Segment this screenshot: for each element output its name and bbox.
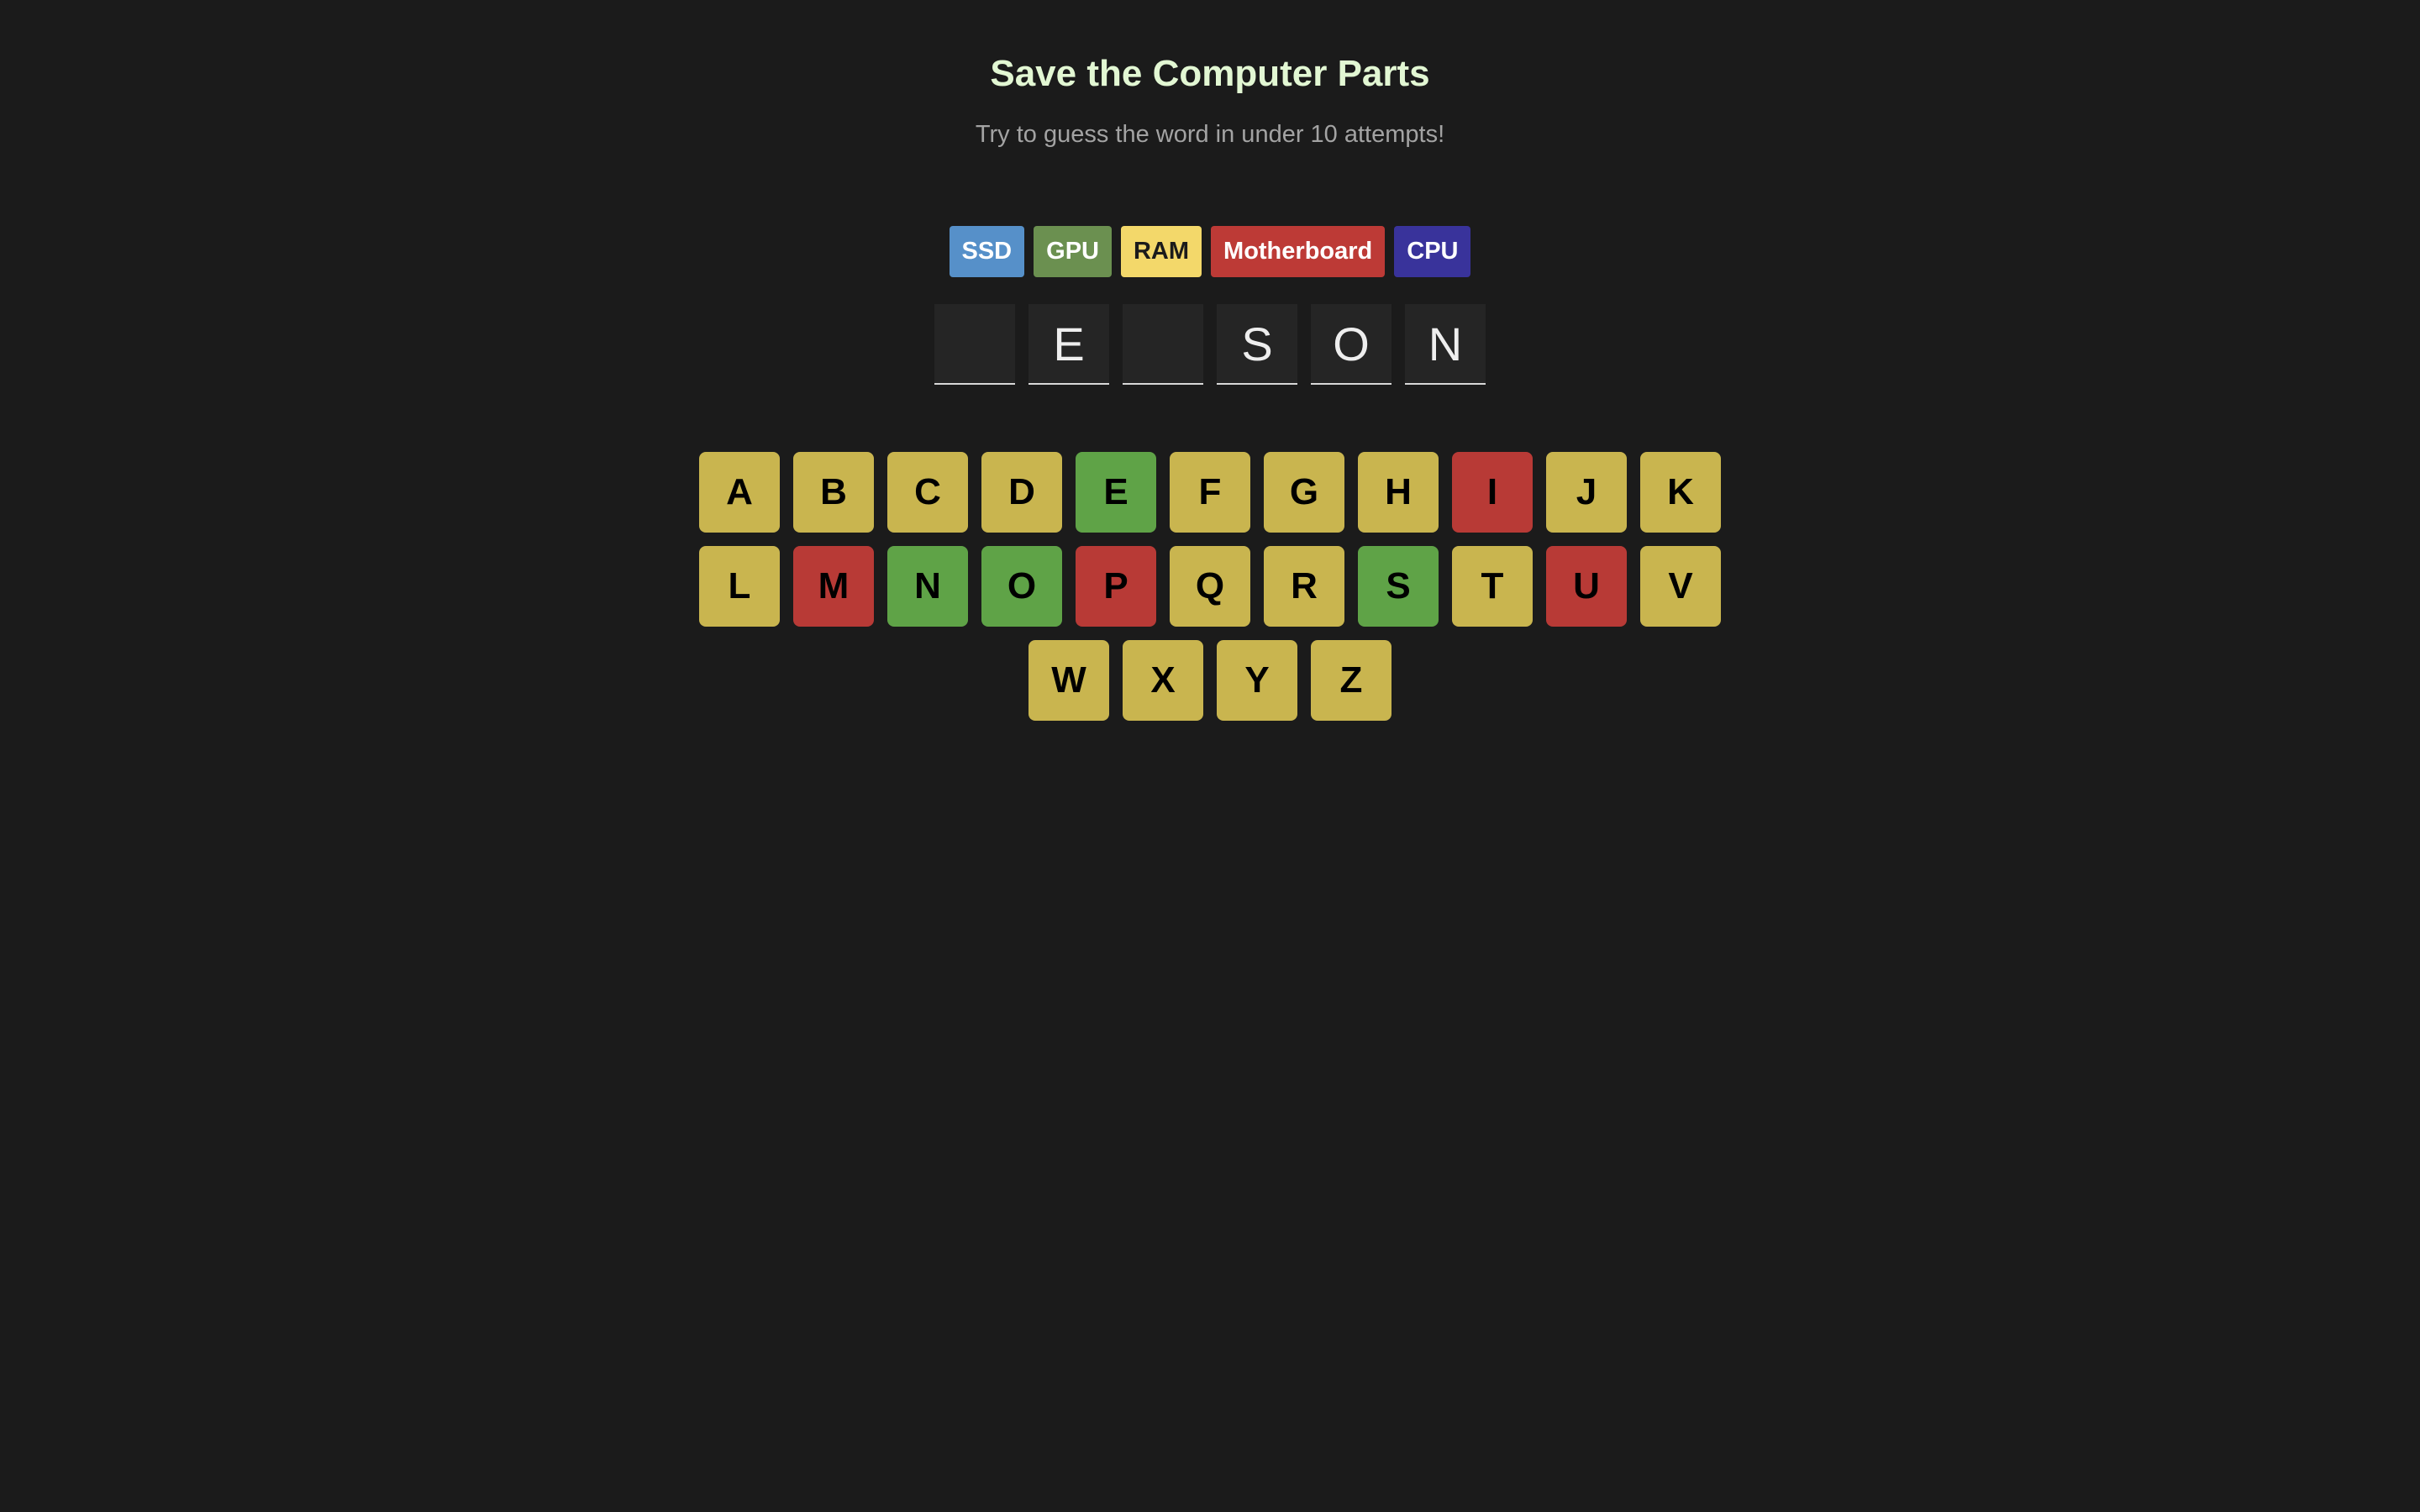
letter-slot-1 <box>934 304 1015 385</box>
part-badge-ssd: SSD <box>949 226 1025 277</box>
letter-slot-3 <box>1123 304 1203 385</box>
key-m[interactable]: M <box>793 546 874 627</box>
key-i[interactable]: I <box>1452 452 1533 533</box>
key-f[interactable]: F <box>1170 452 1250 533</box>
key-y[interactable]: Y <box>1217 640 1297 721</box>
key-u[interactable]: U <box>1546 546 1627 627</box>
word-slots: E SON <box>0 304 2420 385</box>
key-t[interactable]: T <box>1452 546 1533 627</box>
keyboard-row-2: LMNOPQRSTUV <box>0 546 2420 627</box>
key-e[interactable]: E <box>1076 452 1156 533</box>
key-a[interactable]: A <box>699 452 780 533</box>
key-o[interactable]: O <box>981 546 1062 627</box>
key-b[interactable]: B <box>793 452 874 533</box>
letter-keyboard: ABCDEFGHIJK LMNOPQRSTUV WXYZ <box>0 452 2420 734</box>
key-q[interactable]: Q <box>1170 546 1250 627</box>
part-badge-gpu: GPU <box>1034 226 1112 277</box>
key-x[interactable]: X <box>1123 640 1203 721</box>
letter-slot-6: N <box>1405 304 1486 385</box>
part-badge-cpu: CPU <box>1394 226 1471 277</box>
key-z[interactable]: Z <box>1311 640 1392 721</box>
keyboard-row-1: ABCDEFGHIJK <box>0 452 2420 533</box>
key-j[interactable]: J <box>1546 452 1627 533</box>
key-h[interactable]: H <box>1358 452 1439 533</box>
part-badge-motherboard: Motherboard <box>1211 226 1386 277</box>
key-c[interactable]: C <box>887 452 968 533</box>
computer-parts-list: SSD GPU RAM Motherboard CPU <box>0 226 2420 277</box>
game-title: Save the Computer Parts <box>990 53 1430 94</box>
part-badge-ram: RAM <box>1120 226 1202 277</box>
key-d[interactable]: D <box>981 452 1062 533</box>
key-r[interactable]: R <box>1264 546 1344 627</box>
key-w[interactable]: W <box>1028 640 1109 721</box>
game-subtitle: Try to guess the word in under 10 attemp… <box>975 121 1445 148</box>
key-g[interactable]: G <box>1264 452 1344 533</box>
letter-slot-2: E <box>1028 304 1109 385</box>
letter-slot-5: O <box>1311 304 1392 385</box>
key-n[interactable]: N <box>887 546 968 627</box>
game-screen: Save the Computer Parts Try to guess the… <box>0 0 2420 1512</box>
key-l[interactable]: L <box>699 546 780 627</box>
key-s[interactable]: S <box>1358 546 1439 627</box>
key-p[interactable]: P <box>1076 546 1156 627</box>
key-v[interactable]: V <box>1640 546 1721 627</box>
key-k[interactable]: K <box>1640 452 1721 533</box>
letter-slot-4: S <box>1217 304 1297 385</box>
keyboard-row-3: WXYZ <box>0 640 2420 721</box>
